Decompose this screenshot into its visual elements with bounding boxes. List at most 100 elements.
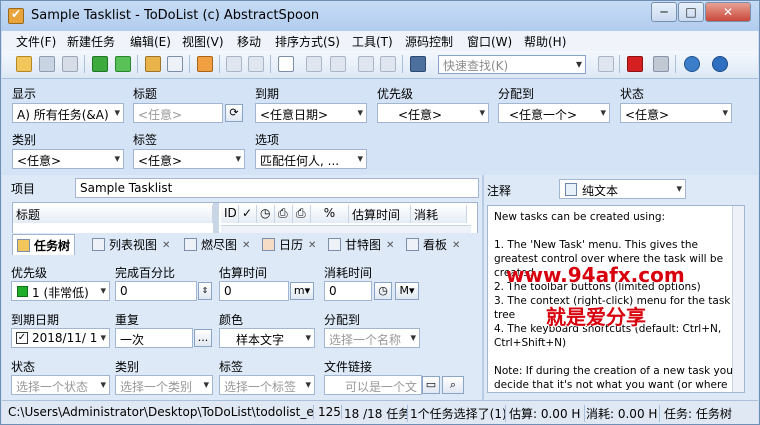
edit-pencil-icon[interactable] (145, 56, 161, 72)
status-filter-combo[interactable]: <任意> ▾ (620, 103, 732, 123)
refresh-filter-icon[interactable]: ⟳ (225, 104, 243, 122)
assigned-filter-combo[interactable]: <任意一个> ▾ (498, 103, 610, 123)
main-window: Sample Tasklist - ToDoList (c) AbstractS… (0, 0, 760, 425)
recurrence-input[interactable]: 一次 (115, 328, 193, 348)
stopwatch-icon[interactable]: ◷ (374, 282, 392, 300)
menu-sort[interactable]: 排序方式(S) (275, 33, 340, 50)
due-filter-combo[interactable]: <任意日期> ▾ (255, 103, 367, 123)
tree-icon (17, 239, 30, 252)
redo-icon[interactable] (248, 56, 264, 72)
move-left-icon[interactable] (358, 56, 374, 72)
spent-unit-button[interactable]: M▾ (395, 282, 419, 300)
file-link-field-label: 文件链接 (324, 360, 373, 374)
close-tab-icon[interactable]: ✕ (386, 240, 394, 251)
menu-view[interactable]: 视图(V) (182, 33, 224, 50)
tab-calendar[interactable]: 日历 ✕ (258, 234, 320, 255)
close-tab-icon[interactable]: ✕ (242, 240, 250, 251)
tab-gantt[interactable]: 甘特图 ✕ (324, 234, 398, 255)
undo-icon[interactable] (226, 56, 242, 72)
tab-kanban[interactable]: 看板 ✕ (402, 234, 464, 255)
chevron-down-icon: ▾ (305, 378, 311, 391)
lock-icon[interactable] (653, 56, 669, 72)
save-all-icon[interactable] (62, 56, 78, 72)
task-tree[interactable]: 标题 ID ✓ ◷ ⎙ ⎙ % 估算时间 消耗 (12, 202, 478, 234)
percent-input[interactable]: 0 (115, 281, 197, 301)
cleanup-broom-icon[interactable] (197, 56, 213, 72)
maximize-button[interactable]: □ (678, 2, 704, 22)
move-down-icon[interactable] (330, 56, 346, 72)
show-filter-combo[interactable]: A) 所有任务(&A) ▾ (12, 103, 124, 123)
menu-tools[interactable]: 工具(T) (352, 33, 393, 50)
menu-window[interactable]: 窗口(W) (467, 33, 512, 50)
tree-col-title[interactable]: 标题 (13, 205, 213, 223)
tag-combo[interactable]: 选择一个标签 ▾ (219, 375, 315, 395)
color-picker[interactable]: 样本文字 ▾ (219, 328, 315, 348)
menu-help[interactable]: 帮助(H) (524, 33, 566, 50)
percent-spinner[interactable]: ⇕ (198, 282, 212, 300)
new-subtask-icon[interactable] (115, 56, 131, 72)
save-icon[interactable] (39, 56, 55, 72)
category-combo[interactable]: 选择一个类别 ▾ (115, 375, 213, 395)
tree-col-clock[interactable]: ◷ (257, 205, 275, 223)
toolbar-separator (137, 55, 138, 73)
settings-gear-icon[interactable] (684, 56, 700, 72)
move-right-icon[interactable] (380, 56, 396, 72)
binoculars-find-icon[interactable] (410, 56, 426, 72)
notes-scrollbar[interactable] (732, 206, 744, 392)
file-link-input[interactable]: 可以是一个文 (324, 375, 422, 395)
recurrence-options-button[interactable]: ... (194, 329, 212, 347)
tree-col-done[interactable]: ✓ (239, 205, 257, 223)
minimize-button[interactable]: ─ (651, 2, 677, 22)
menu-edit[interactable]: 编辑(E) (130, 33, 171, 50)
project-name-input[interactable]: Sample Tasklist (75, 178, 479, 198)
new-task-icon[interactable] (92, 56, 108, 72)
view-tabs: 任务树 列表视图 ✕ 燃尽图 ✕ 日历 ✕ 甘特图 ✕ 看板 ✕ (12, 233, 482, 255)
help-icon[interactable] (712, 56, 728, 72)
title-bar[interactable]: Sample Tasklist - ToDoList (c) AbstractS… (1, 1, 759, 31)
due-date-picker[interactable]: ✓ 2018/11/ 1 ▾ (11, 328, 110, 348)
estimate-unit-button[interactable]: m▾ (290, 282, 314, 300)
tree-col-estimate[interactable]: 估算时间 (349, 205, 411, 223)
maximize-view-icon[interactable] (278, 56, 294, 72)
menu-file[interactable]: 文件(F) (16, 33, 56, 50)
status-combo[interactable]: 选择一个状态 ▾ (11, 375, 110, 395)
delete-task-icon[interactable] (627, 56, 643, 72)
move-up-icon[interactable] (306, 56, 322, 72)
notes-format-combo[interactable]: 纯文本 ▾ (559, 179, 686, 199)
close-button[interactable]: ✕ (705, 2, 751, 22)
category-filter-combo[interactable]: <任意> ▾ (12, 149, 124, 169)
estimate-input[interactable]: 0 (219, 281, 289, 301)
tree-col-id[interactable]: ID (221, 205, 239, 223)
tree-splitter[interactable] (213, 203, 219, 233)
tag-filter-combo[interactable]: <任意> ▾ (133, 149, 245, 169)
tab-list-view[interactable]: 列表视图 ✕ (88, 234, 174, 255)
rename-icon[interactable] (167, 56, 183, 72)
options-filter-combo[interactable]: 匹配任何人, ... ▾ (255, 149, 367, 169)
estimate-field-label: 估算时间 (219, 266, 268, 280)
tab-burndown[interactable]: 燃尽图 ✕ (180, 234, 254, 255)
due-date-checkbox[interactable]: ✓ (16, 332, 28, 344)
notes-editor[interactable]: New tasks can be created using: 1. The '… (487, 205, 745, 393)
menu-new-task[interactable]: 新建任务 (67, 33, 115, 50)
priority-combo[interactable]: 1 (非常低) ▾ (11, 281, 110, 301)
tree-col-icon[interactable]: ⎙ (275, 205, 293, 223)
quick-find-combo[interactable]: 快速查找(K) (438, 55, 586, 74)
menu-move[interactable]: 移动 (237, 33, 261, 50)
close-tab-icon[interactable]: ✕ (162, 240, 170, 251)
priority-field-label: 优先级 (11, 266, 48, 280)
tree-col-file[interactable]: ⎙ (293, 205, 311, 223)
title-filter-input[interactable]: <任意> (133, 103, 223, 123)
tab-task-tree[interactable]: 任务树 (12, 234, 76, 255)
menu-source-control[interactable]: 源码控制 (405, 33, 453, 50)
priority-filter-combo[interactable]: <任意> ▾ (377, 103, 489, 123)
open-folder-icon[interactable] (16, 56, 32, 72)
goto-top-icon[interactable] (598, 56, 614, 72)
open-file-search-icon[interactable]: ⌕ (442, 376, 464, 394)
assigned-combo[interactable]: 选择一个名称 ▾ (324, 328, 420, 348)
tree-col-spent[interactable]: 消耗 (411, 205, 467, 223)
tree-col-percent[interactable]: % (311, 205, 349, 223)
browse-folder-icon[interactable]: ▭ (422, 376, 440, 394)
close-tab-icon[interactable]: ✕ (308, 240, 316, 251)
spent-input[interactable]: 0 (324, 281, 372, 301)
close-tab-icon[interactable]: ✕ (452, 240, 460, 251)
